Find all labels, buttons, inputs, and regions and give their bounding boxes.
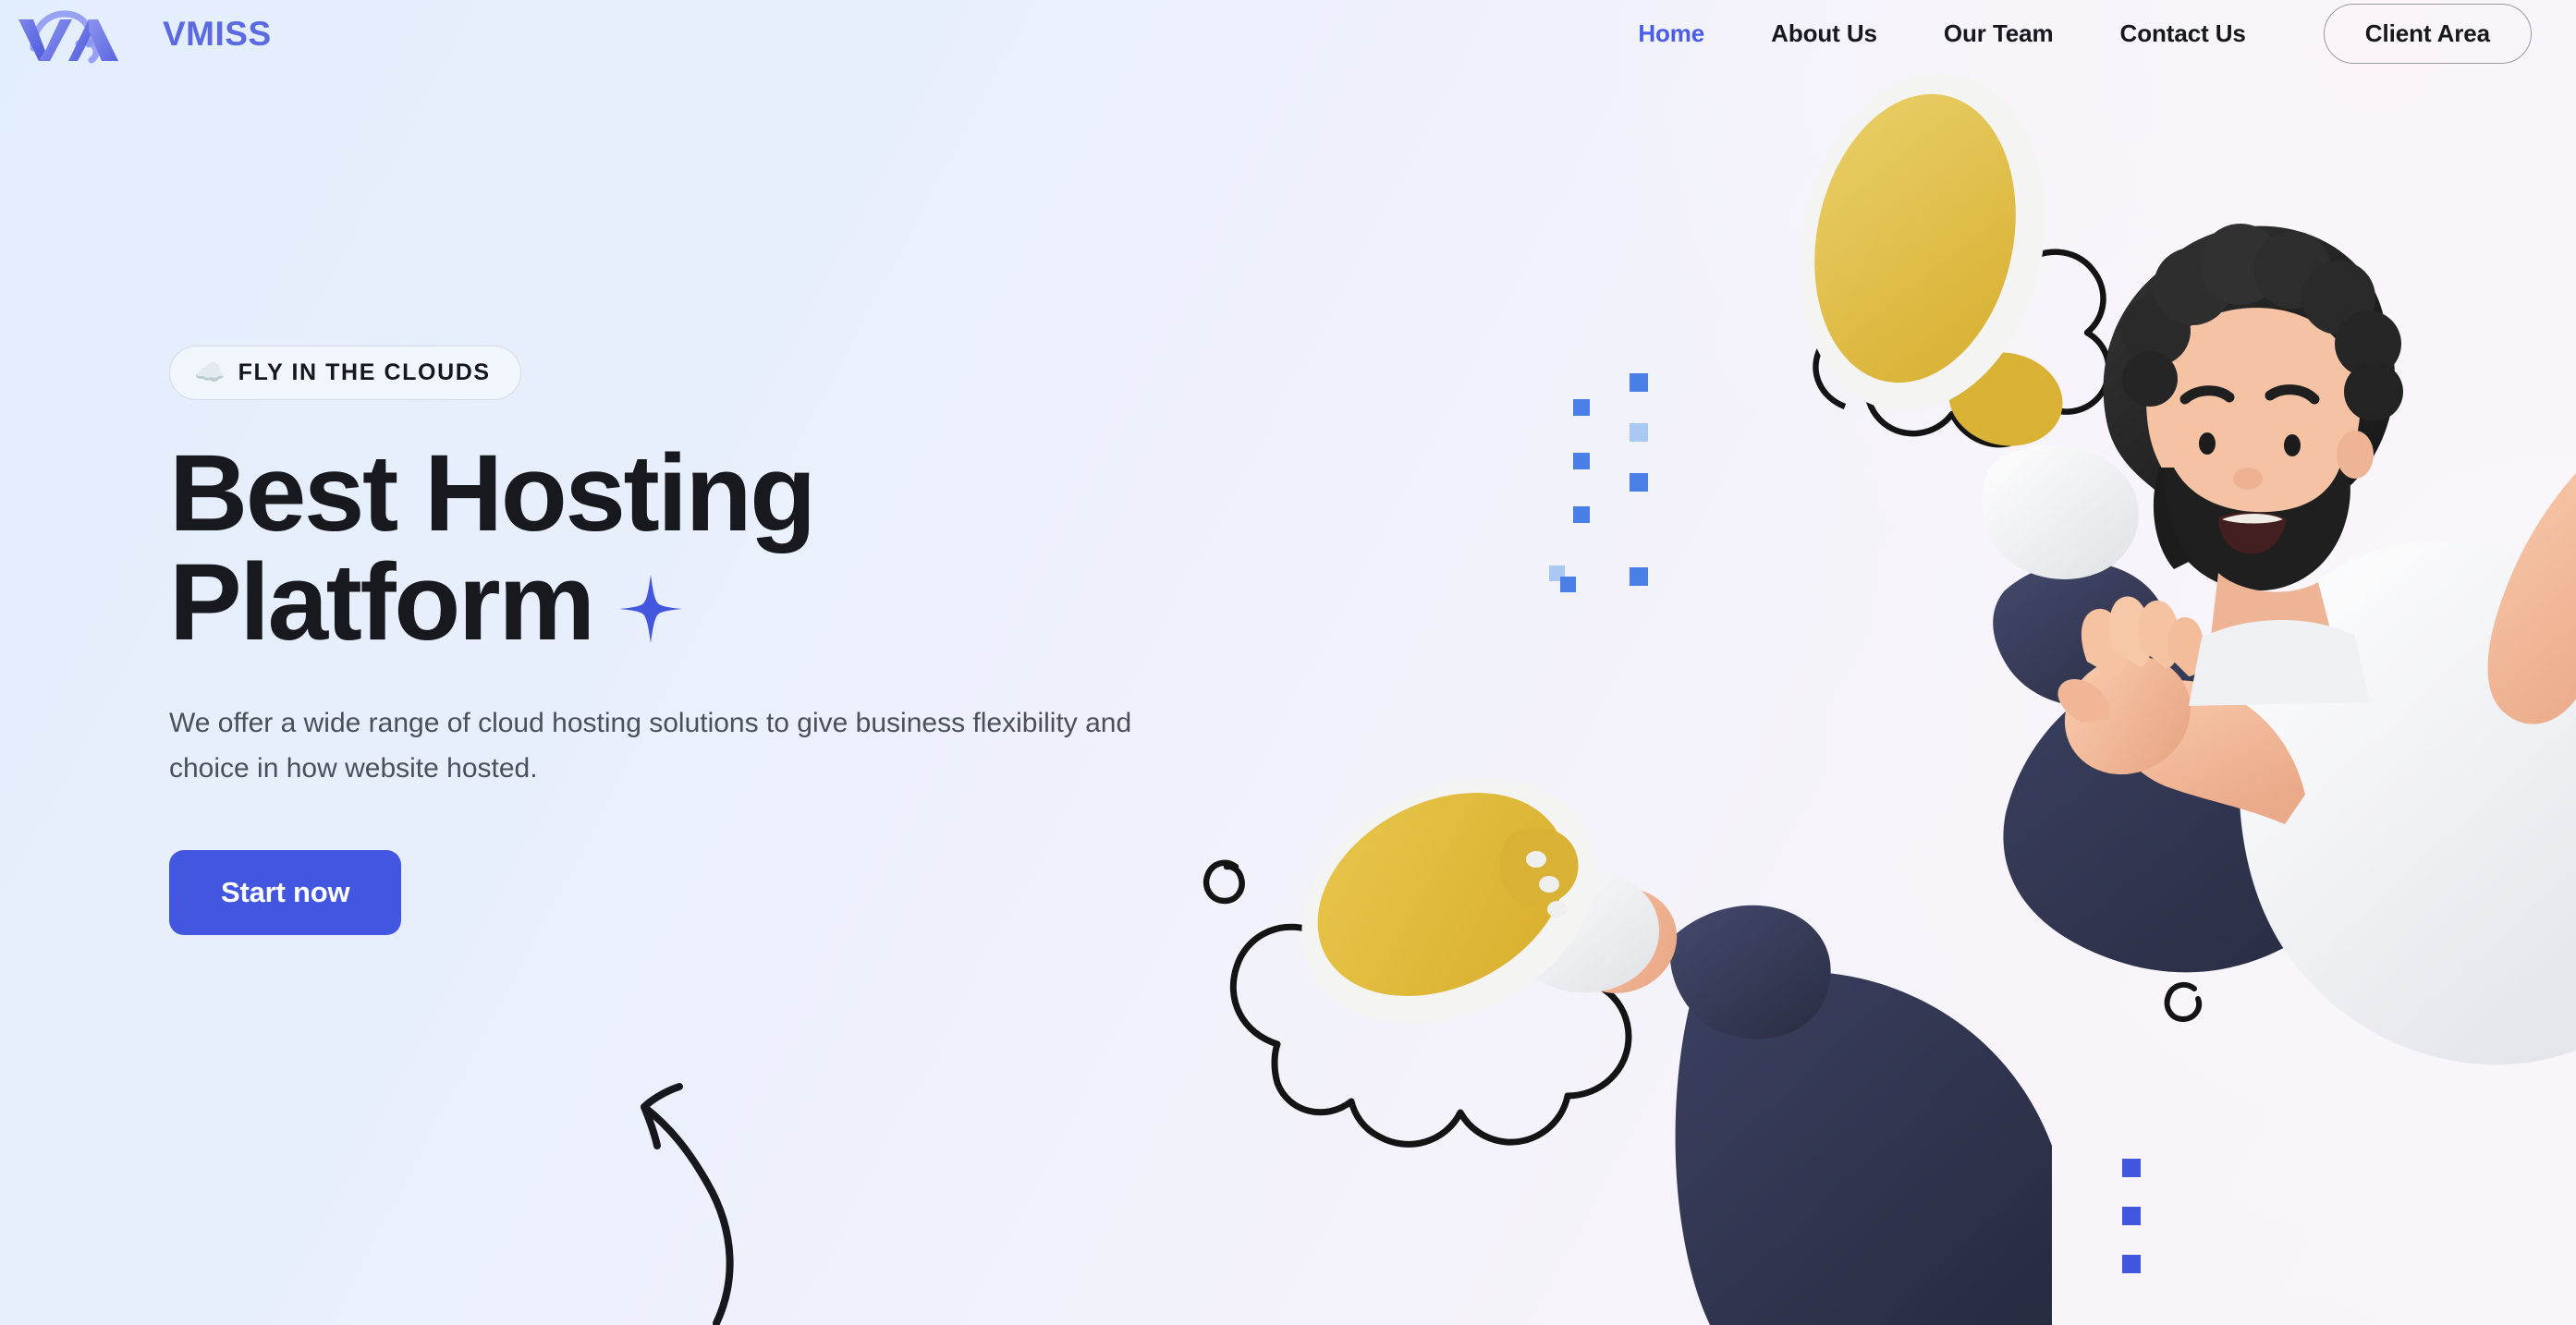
client-area-button[interactable]: Client Area xyxy=(2323,3,2532,64)
hero-page: VMISS Home About Us Our Team Contact Us … xyxy=(0,0,2576,1325)
nav-item-home[interactable]: Home xyxy=(1605,19,1738,48)
page-title: Best Hosting Platform xyxy=(169,439,1204,657)
falling-man-graphic xyxy=(1203,73,2576,1325)
site-header: VMISS Home About Us Our Team Contact Us … xyxy=(0,0,2576,67)
raised-arm-right-edge xyxy=(2487,473,2576,724)
cloud-icon: ☁️ xyxy=(194,359,226,386)
spiral-circle-tiny-left xyxy=(1203,859,1245,905)
hero-subtitle: We offer a wide range of cloud hosting s… xyxy=(169,708,1132,784)
curved-arrow-up-left-icon xyxy=(641,1083,734,1325)
start-now-button[interactable]: Start now xyxy=(169,850,402,936)
hero-content: ☁️ FLY IN THE CLOUDS Best Hosting Platfo… xyxy=(169,346,1204,936)
nav-item-our-team[interactable]: Our Team xyxy=(1911,19,2087,48)
falling-man-illustration xyxy=(1192,0,2576,1325)
left-leg-and-shoe xyxy=(1301,778,2052,1325)
headline-line-2: Platform xyxy=(169,541,595,663)
headline-line-2-row: Platform xyxy=(169,548,1204,657)
brand-logo[interactable]: VMISS xyxy=(17,3,272,64)
headline-line-1: Best Hosting xyxy=(169,432,816,554)
main-nav: Home About Us Our Team Contact Us Client… xyxy=(1605,3,2532,64)
four-point-sparkle-icon xyxy=(618,575,682,643)
vmiss-mountain-cloud-logo-icon xyxy=(18,10,118,64)
nav-item-about-us[interactable]: About Us xyxy=(1738,19,1911,48)
fly-in-the-clouds-badge: ☁️ FLY IN THE CLOUDS xyxy=(169,346,521,400)
brand-name: VMISS xyxy=(163,14,272,53)
nav-item-contact-us[interactable]: Contact Us xyxy=(2087,19,2279,48)
spiral-circle-tiny-right xyxy=(2164,981,2203,1022)
badge-label: FLY IN THE CLOUDS xyxy=(238,359,491,385)
